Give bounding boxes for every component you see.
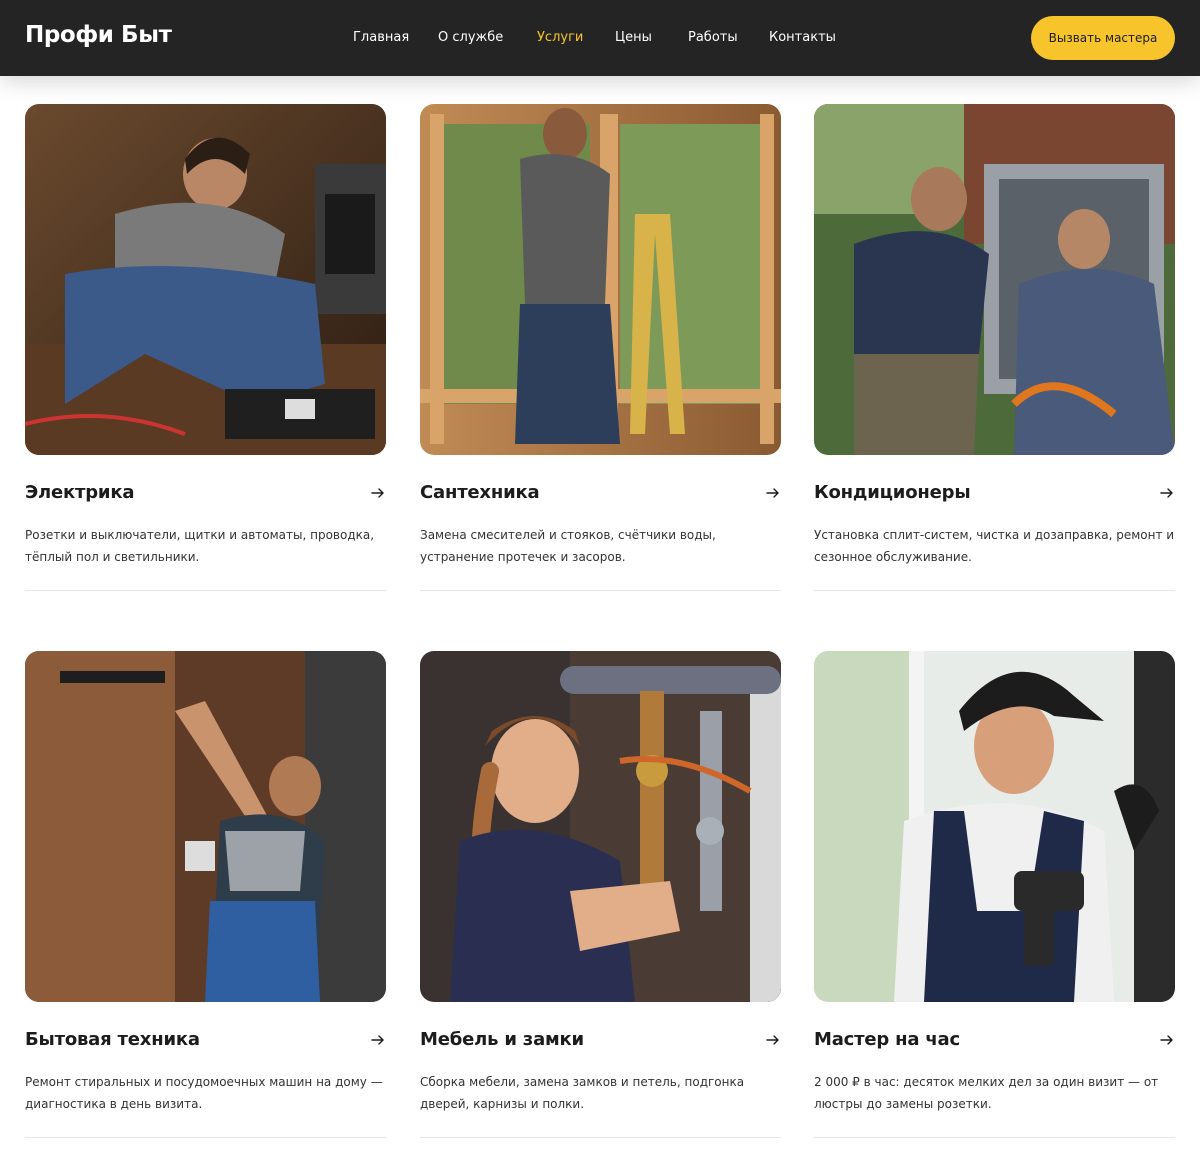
arrow-right-icon[interactable]: [1159, 485, 1175, 501]
card-divider: [814, 1137, 1175, 1138]
arrow-right-icon[interactable]: [370, 485, 386, 501]
ac-technicians-photo: [814, 104, 1175, 455]
plumber-photo: [420, 104, 781, 455]
electrician-photo: [25, 104, 386, 455]
appliance-repair-photo: [25, 651, 386, 1002]
arrow-right-icon[interactable]: [765, 1032, 781, 1048]
main-nav: Главная О службе Услуги Цены Работы Конт…: [0, 30, 1200, 50]
nav-item-home[interactable]: Главная: [353, 30, 409, 45]
arrow-right-icon[interactable]: [370, 1032, 386, 1048]
service-title: Бытовая техника: [25, 1029, 200, 1050]
service-description: Установка сплит-систем, чистка и дозапра…: [814, 528, 1175, 564]
card-divider: [814, 590, 1175, 591]
call-master-button[interactable]: Вызвать мастера: [1031, 16, 1175, 60]
handyman-photo: [814, 651, 1175, 1002]
service-description: Сборка мебели, замена замков и петель, п…: [420, 1075, 745, 1111]
service-description: Ремонт стиральных и посудомоечных машин …: [25, 1075, 383, 1111]
card-divider: [25, 590, 386, 591]
card-divider: [420, 1137, 781, 1138]
nav-item-contacts[interactable]: Контакты: [769, 30, 836, 45]
card-divider: [420, 590, 781, 591]
service-title: Мебель и замки: [420, 1029, 584, 1050]
site-header: Профи Быт Главная О службе Услуги Цены Р…: [0, 0, 1200, 76]
service-title: Кондиционеры: [814, 482, 971, 503]
service-description: 2 000 ₽ в час: десяток мелких дел за оди…: [814, 1075, 1159, 1111]
furniture-locks-photo: [420, 651, 781, 1002]
service-title: Сантехника: [420, 482, 540, 503]
nav-item-services[interactable]: Услуги: [537, 30, 583, 45]
nav-item-prices[interactable]: Цены: [615, 30, 652, 45]
arrow-right-icon[interactable]: [765, 485, 781, 501]
service-description: Розетки и выключатели, щитки и автоматы,…: [25, 528, 375, 564]
service-title: Мастер на час: [814, 1029, 960, 1050]
nav-item-about[interactable]: О службе: [438, 30, 503, 45]
card-divider: [25, 1137, 386, 1138]
service-description: Замена смесителей и стояков, счётчики во…: [420, 528, 716, 564]
nav-item-works[interactable]: Работы: [688, 30, 738, 45]
arrow-right-icon[interactable]: [1159, 1032, 1175, 1048]
service-title: Электрика: [25, 482, 135, 503]
